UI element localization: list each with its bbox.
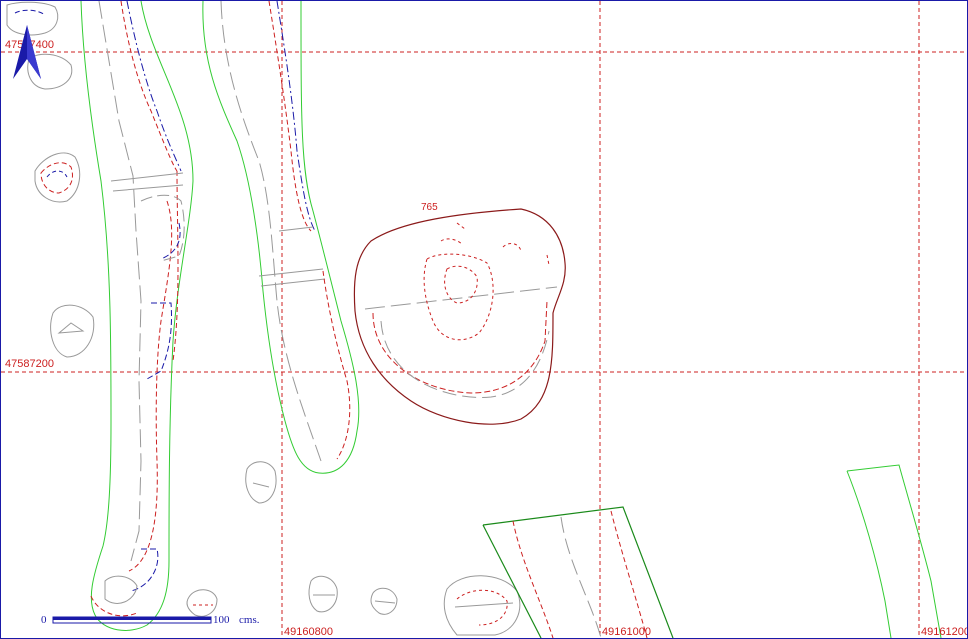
- easting-label-3: 49161200: [921, 626, 967, 638]
- left-road: [80, 1, 194, 631]
- right-road-strip: [846, 464, 942, 638]
- parcel-number-label: 765: [421, 202, 438, 213]
- small-features: [6, 1, 521, 636]
- cadastral-map[interactable]: 765 47587400 47587200 49160: [1, 1, 967, 638]
- scale-start-label: 0: [41, 614, 47, 626]
- northing-label-mid: 47587200: [5, 358, 54, 370]
- easting-label-1: 49160800: [284, 626, 333, 638]
- coordinate-grid: [1, 1, 967, 638]
- scale-bar: 0 100 cms.: [41, 614, 260, 626]
- middle-road: [202, 1, 360, 474]
- scale-unit-label: cms.: [239, 614, 260, 626]
- bottom-road-block: [482, 506, 674, 638]
- scale-end-label: 100: [213, 614, 230, 626]
- parcel-765[interactable]: 765: [353, 202, 566, 425]
- easting-label-2: 49161000: [602, 626, 651, 638]
- map-frame[interactable]: 765 47587400 47587200 49160: [0, 0, 968, 639]
